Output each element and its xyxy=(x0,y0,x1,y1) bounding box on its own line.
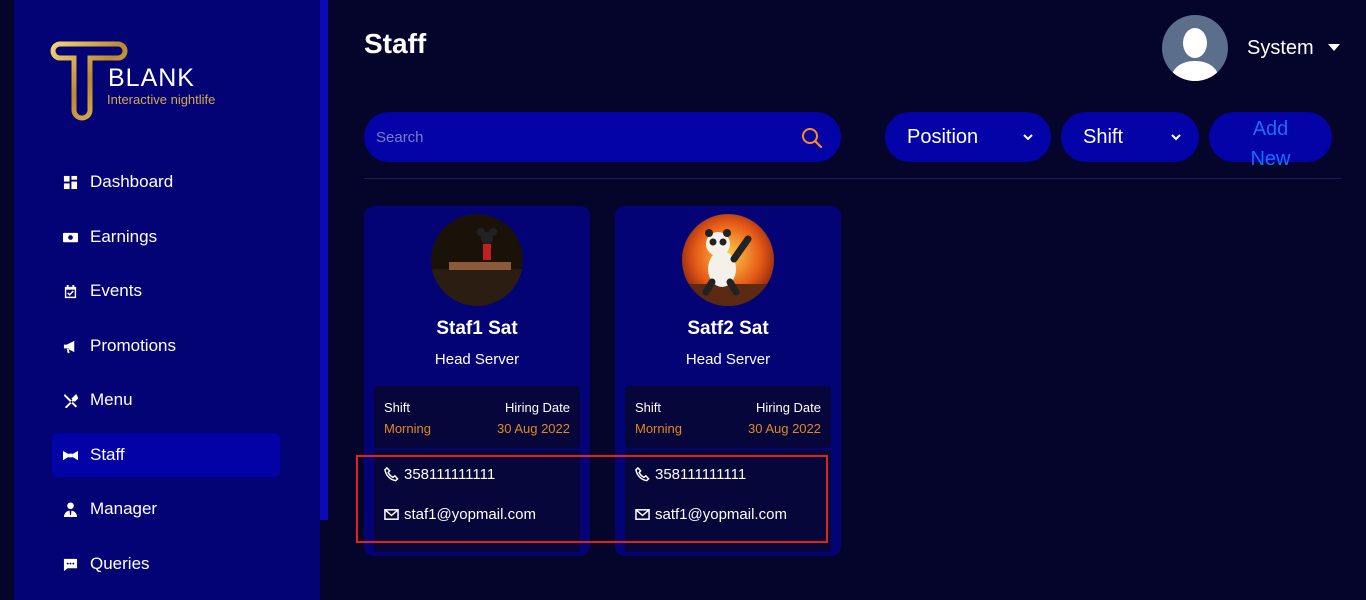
add-new-label-line2: New xyxy=(1250,148,1291,170)
search-bar xyxy=(364,112,841,162)
sidebar-item-label: Earnings xyxy=(90,227,158,246)
sidebar-item-label: Promotions xyxy=(90,336,176,355)
shift-label: Shift xyxy=(384,400,411,415)
add-new-label-line1: Add xyxy=(1252,118,1289,140)
shift-label: Shift xyxy=(635,400,662,415)
shift-filter-label: Shift xyxy=(1083,125,1124,148)
dashboard-icon xyxy=(62,174,78,190)
brand-tagline: Interactive nightlife xyxy=(107,92,216,107)
staff-info-panel: Shift Morning Hiring Date 30 Aug 2022 xyxy=(374,386,580,448)
message-icon xyxy=(62,556,78,572)
brand-name: BLANK xyxy=(108,64,195,92)
sidebar-item-menu[interactable]: Menu xyxy=(52,378,280,422)
staff-name: Satf2 Sat xyxy=(687,318,769,339)
user-menu-caret-icon[interactable] xyxy=(1328,44,1340,51)
search-icon[interactable] xyxy=(800,126,824,150)
toolbar-divider xyxy=(364,178,1341,179)
staff-role: Head Server xyxy=(685,351,771,368)
hiring-date-label: Hiring Date xyxy=(755,400,821,415)
user-name[interactable]: System xyxy=(1247,37,1314,60)
contact-highlight-box xyxy=(356,455,828,543)
sidebar-item-earnings[interactable]: Earnings xyxy=(52,215,280,259)
shift-value: Morning xyxy=(635,421,682,436)
position-filter-label: Position xyxy=(907,125,979,148)
staff-photo xyxy=(431,214,523,306)
staff-info-panel: Shift Morning Hiring Date 30 Aug 2022 xyxy=(625,386,831,448)
sidebar-item-label: Events xyxy=(90,281,142,300)
page-title: Staff xyxy=(364,28,427,59)
sidebar-item-dashboard[interactable]: Dashboard xyxy=(52,160,280,204)
add-new-button[interactable]: Add New xyxy=(1209,112,1332,170)
hiring-date-label: Hiring Date xyxy=(504,400,570,415)
sidebar-item-queries[interactable]: Queries xyxy=(52,542,280,586)
sidebar-item-label: Staff xyxy=(90,445,125,464)
chevron-down-icon xyxy=(1023,134,1033,141)
sidebar-item-label: Menu xyxy=(90,390,133,409)
user-silhouette-icon xyxy=(1170,28,1220,81)
bowtie-icon xyxy=(62,447,78,463)
sidebar-item-label: Manager xyxy=(90,499,158,518)
sidebar-item-label: Dashboard xyxy=(90,172,174,191)
shift-value: Morning xyxy=(384,421,431,436)
staff-name: Staf1 Sat xyxy=(436,318,518,339)
sidebar-item-staff[interactable]: Staff xyxy=(52,433,280,477)
search-input[interactable] xyxy=(376,126,776,148)
user-tie-icon xyxy=(62,501,78,517)
hiring-date-value: 30 Aug 2022 xyxy=(496,421,570,436)
staff-photo xyxy=(682,214,774,306)
megaphone-icon xyxy=(62,338,78,354)
chevron-down-icon xyxy=(1171,134,1181,141)
sidebar-item-manager[interactable]: Manager xyxy=(52,487,280,531)
staff-role: Head Server xyxy=(434,351,520,368)
utensils-icon xyxy=(62,392,78,408)
sidebar-scrollbar[interactable] xyxy=(320,0,328,520)
cash-icon xyxy=(62,229,78,245)
sidebar-item-events[interactable]: Events xyxy=(52,269,280,313)
user-avatar[interactable] xyxy=(1162,15,1228,81)
sidebar-item-promotions[interactable]: Promotions xyxy=(52,324,280,368)
hiring-date-value: 30 Aug 2022 xyxy=(747,421,821,436)
shift-filter[interactable]: Shift xyxy=(1061,112,1199,162)
position-filter[interactable]: Position xyxy=(885,112,1051,162)
sidebar-item-label: Queries xyxy=(90,554,150,573)
calendar-icon xyxy=(62,283,78,299)
